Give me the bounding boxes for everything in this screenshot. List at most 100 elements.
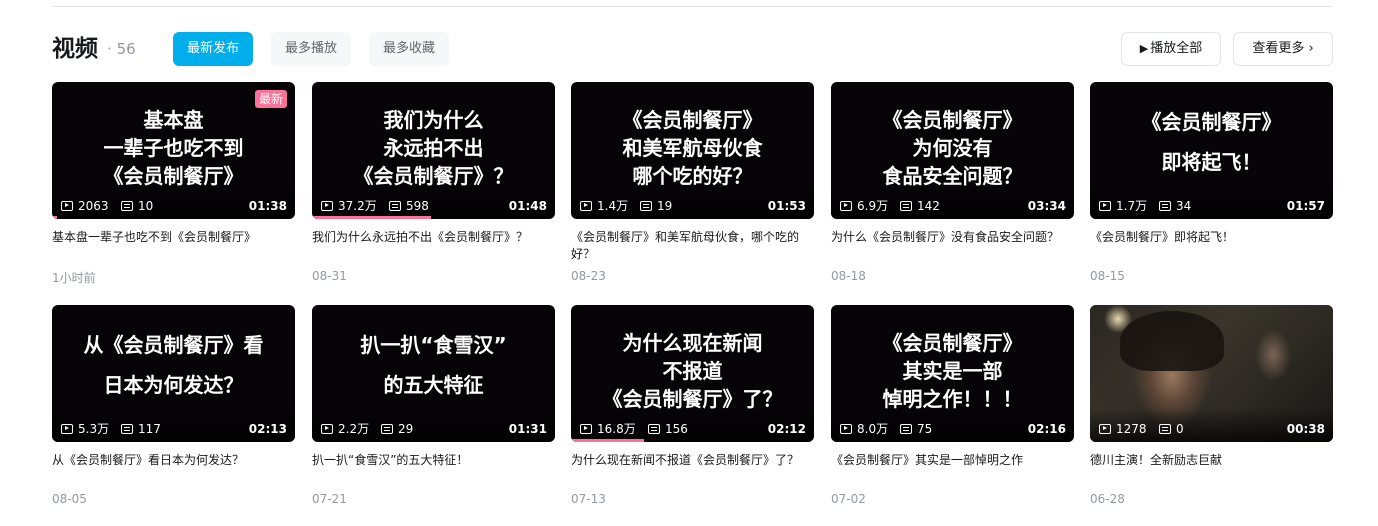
thumbnail-text: 我们为什么 永远拍不出 《会员制餐厅》？ xyxy=(312,106,555,190)
danmaku-count: 142 xyxy=(900,199,940,213)
video-title[interactable]: 《会员制餐厅》和美军航母伙食，哪个吃的好？ xyxy=(571,229,814,263)
video-stats: 37.2万 598 01:48 xyxy=(321,199,547,213)
danmaku-count-value: 156 xyxy=(665,422,688,436)
thumbnail-line: 扒一扒“食雪汉” xyxy=(360,333,507,357)
thumbnail-line: 一辈子也吃不到 xyxy=(103,136,244,160)
chevron-right-icon: › xyxy=(1308,41,1314,56)
danmaku-count-value: 10 xyxy=(138,199,154,213)
video-thumbnail[interactable]: 为什么现在新闻 不报道 《会员制餐厅》了？ 16.8万 156 02:12 xyxy=(571,305,814,442)
thumbnail-line: 从《会员制餐厅》看 xyxy=(83,333,264,357)
video-card[interactable]: 扒一扒“食雪汉” 的五大特征 2.2万 29 01:31 扒一扒“食雪汉”的五大特征！ 07… xyxy=(312,305,555,523)
danmaku-count-value: 29 xyxy=(398,422,414,436)
video-thumbnail[interactable]: 《会员制餐厅》 和美军航母伙食 哪个吃的好？ 1.4万 19 01:53 xyxy=(571,82,814,219)
video-stats: 2.2万 29 01:31 xyxy=(321,422,547,436)
video-card[interactable]: 基本盘 一辈子也吃不到 《会员制餐厅》 最新 2063 10 01:38 基本盘一辈子也吃不到… xyxy=(52,82,295,300)
video-title[interactable]: 扒一扒“食雪汉”的五大特征！ xyxy=(312,452,555,469)
video-card[interactable]: 《会员制餐厅》 即将起飞！ 1.7万 34 01:57 《会员制餐厅》即将起飞！ 08-15 xyxy=(1090,82,1333,300)
video-thumbnail[interactable]: 我们为什么 永远拍不出 《会员制餐厅》？ 37.2万 598 01:48 xyxy=(312,82,555,219)
play-count-value: 2.2万 xyxy=(338,422,370,436)
video-card[interactable]: 《会员制餐厅》 为何没有 食品安全问题？ 6.9万 142 03:34 为什么《会员制餐厅》… xyxy=(831,82,1074,300)
danmaku-icon xyxy=(121,424,133,434)
video-card[interactable]: 《会员制餐厅》 其实是一部 悼明之作！！！ 8.0万 75 02:16 《会员制餐厅》其实是… xyxy=(831,305,1074,523)
video-thumbnail[interactable]: 基本盘 一辈子也吃不到 《会员制餐厅》 最新 2063 10 01:38 xyxy=(52,82,295,219)
thumbnail-text: 《会员制餐厅》 为何没有 食品安全问题？ xyxy=(831,106,1074,190)
play-count: 5.3万 xyxy=(61,422,109,436)
video-duration: 02:13 xyxy=(248,422,287,436)
video-title[interactable]: 《会员制餐厅》即将起飞！ xyxy=(1090,229,1333,246)
danmaku-count: 117 xyxy=(121,422,161,436)
video-thumbnail[interactable]: 扒一扒“食雪汉” 的五大特征 2.2万 29 01:31 xyxy=(312,305,555,442)
danmaku-icon xyxy=(121,201,133,211)
video-date: 08-23 xyxy=(571,269,606,283)
video-count: · 56 xyxy=(107,32,136,66)
thumbnail-line: 《会员制餐厅》 xyxy=(622,108,763,132)
video-title[interactable]: 为什么《会员制餐厅》没有食品安全问题？ xyxy=(831,229,1074,246)
play-count-icon xyxy=(321,424,333,434)
play-count-value: 37.2万 xyxy=(338,199,377,213)
count-value: 56 xyxy=(116,40,136,58)
video-thumbnail[interactable]: 1278 0 00:38 xyxy=(1090,305,1333,442)
video-title[interactable]: 德川主演！全新励志巨献 xyxy=(1090,452,1333,469)
tab-most-played[interactable]: 最多播放 xyxy=(271,32,352,66)
danmaku-count-value: 142 xyxy=(917,199,940,213)
danmaku-icon xyxy=(900,201,912,211)
video-card[interactable]: 《会员制餐厅》 和美军航母伙食 哪个吃的好？ 1.4万 19 01:53 《会员制餐厅》和美… xyxy=(571,82,814,300)
video-thumbnail[interactable]: 《会员制餐厅》 其实是一部 悼明之作！！！ 8.0万 75 02:16 xyxy=(831,305,1074,442)
top-divider xyxy=(52,6,1333,7)
video-thumbnail[interactable]: 《会员制餐厅》 为何没有 食品安全问题？ 6.9万 142 03:34 xyxy=(831,82,1074,219)
thumbnail-photo-detail xyxy=(1120,311,1224,371)
video-title[interactable]: 为什么现在新闻不报道《会员制餐厅》了？ xyxy=(571,452,814,469)
video-stats: 6.9万 142 03:34 xyxy=(840,199,1066,213)
watch-progress-bar xyxy=(52,216,57,219)
play-all-label: 播放全部 xyxy=(1150,41,1203,56)
video-stats: 2063 10 01:38 xyxy=(61,199,287,213)
play-count: 1.7万 xyxy=(1099,199,1147,213)
video-thumbnail[interactable]: 《会员制餐厅》 即将起飞！ 1.7万 34 01:57 xyxy=(1090,82,1333,219)
play-count-icon xyxy=(840,201,852,211)
section-title: 视频 xyxy=(52,36,98,62)
see-more-button[interactable]: 查看更多 › xyxy=(1233,32,1333,66)
play-all-button[interactable]: ▶ 播放全部 xyxy=(1121,32,1221,66)
thumbnail-text: 《会员制餐厅》 和美军航母伙食 哪个吃的好？ xyxy=(571,106,814,190)
play-count-icon xyxy=(840,424,852,434)
video-card[interactable]: 为什么现在新闻 不报道 《会员制餐厅》了？ 16.8万 156 02:12 为什么现在新闻不… xyxy=(571,305,814,523)
play-count-value: 2063 xyxy=(78,199,109,213)
thumbnail-line: 为什么现在新闻 xyxy=(622,331,763,355)
video-date: 07-13 xyxy=(571,492,606,506)
video-thumbnail[interactable]: 从《会员制餐厅》看 日本为何发达？ 5.3万 117 02:13 xyxy=(52,305,295,442)
thumbnail-line: 《会员制餐厅》 xyxy=(882,331,1023,355)
tab-most-favorited[interactable]: 最多收藏 xyxy=(369,32,450,66)
video-stats: 5.3万 117 02:13 xyxy=(61,422,287,436)
video-duration: 03:34 xyxy=(1027,199,1066,213)
danmaku-count: 34 xyxy=(1159,199,1191,213)
video-title[interactable]: 我们为什么永远拍不出《会员制餐厅》？ xyxy=(312,229,555,246)
danmaku-count: 19 xyxy=(640,199,672,213)
play-count-value: 5.3万 xyxy=(78,422,110,436)
thumbnail-text: 《会员制餐厅》 即将起飞！ xyxy=(1090,102,1333,182)
video-title[interactable]: 《会员制餐厅》其实是一部悼明之作 xyxy=(831,452,1074,469)
video-duration: 01:31 xyxy=(508,422,547,436)
video-card[interactable]: 从《会员制餐厅》看 日本为何发达？ 5.3万 117 02:13 从《会员制餐厅》看日本为… xyxy=(52,305,295,523)
video-stats: 8.0万 75 02:16 xyxy=(840,422,1066,436)
video-duration: 00:38 xyxy=(1286,422,1325,436)
watch-progress-bar xyxy=(571,439,644,442)
thumbnail-line: 《会员制餐厅》 xyxy=(1141,110,1282,134)
video-title[interactable]: 基本盘一辈子也吃不到《会员制餐厅》 xyxy=(52,229,295,246)
play-icon: ▶ xyxy=(1139,42,1149,55)
video-card[interactable]: 1278 0 00:38 德川主演！全新励志巨献 06-28 xyxy=(1090,305,1333,523)
video-stats: 1278 0 00:38 xyxy=(1099,422,1325,436)
video-title[interactable]: 从《会员制餐厅》看日本为何发达？ xyxy=(52,452,295,469)
video-card[interactable]: 我们为什么 永远拍不出 《会员制餐厅》？ 37.2万 598 01:48 我们为什么永远拍不… xyxy=(312,82,555,300)
video-date: 07-21 xyxy=(312,492,347,506)
danmaku-count: 598 xyxy=(389,199,429,213)
video-duration: 02:16 xyxy=(1027,422,1066,436)
play-count: 6.9万 xyxy=(840,199,888,213)
danmaku-icon xyxy=(389,201,401,211)
danmaku-icon xyxy=(1159,201,1171,211)
play-count-icon xyxy=(1099,424,1111,434)
danmaku-count-value: 75 xyxy=(917,422,933,436)
danmaku-icon xyxy=(900,424,912,434)
thumbnail-line: 基本盘 xyxy=(143,108,204,132)
danmaku-count: 156 xyxy=(648,422,688,436)
tab-newest[interactable]: 最新发布 xyxy=(173,32,254,66)
